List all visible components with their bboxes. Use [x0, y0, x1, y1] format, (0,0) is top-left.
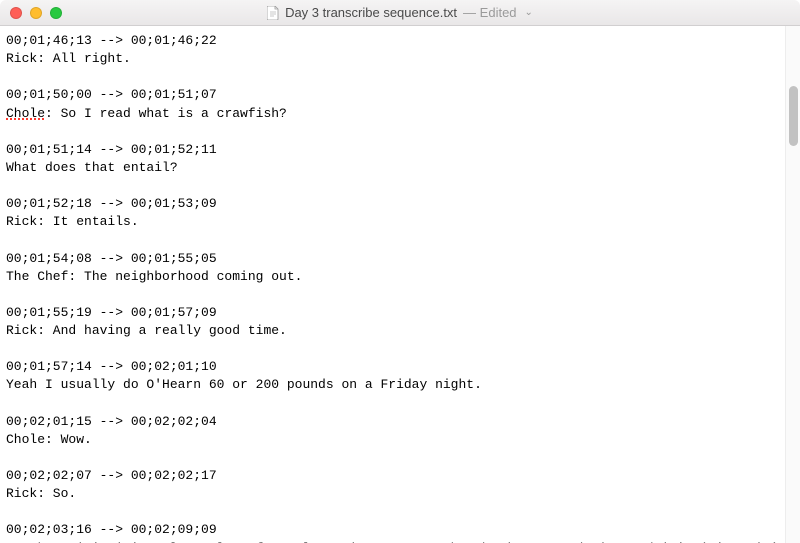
- transcript-entry: 00;01;54;08 --> 00;01;55;05The Chef: The…: [6, 250, 790, 286]
- caption-text: Rick: It entails.: [6, 213, 790, 231]
- caption-text: Rick: So.: [6, 485, 790, 503]
- timecode: 00;02;02;07 --> 00;02;02;17: [6, 467, 790, 485]
- transcript-entry: 00;01;51;14 --> 00;01;52;11What does tha…: [6, 141, 790, 177]
- scrollbar-track[interactable]: [785, 26, 800, 543]
- caption-text: Rick: All right.: [6, 50, 790, 68]
- caption-text: You know it's it's a lot a lot of people…: [6, 540, 790, 543]
- minimize-button[interactable]: [30, 7, 42, 19]
- caption-text: Rick: And having a really good time.: [6, 322, 790, 340]
- close-button[interactable]: [10, 7, 22, 19]
- caption-text: The Chef: The neighborhood coming out.: [6, 268, 790, 286]
- scrollbar-thumb[interactable]: [789, 86, 798, 146]
- timecode: 00;01;57;14 --> 00;02;01;10: [6, 358, 790, 376]
- caption-text: Chole: So I read what is a crawfish?: [6, 105, 790, 123]
- edited-indicator: — Edited: [463, 5, 517, 20]
- transcript-entry: 00;01;55;19 --> 00;01;57;09Rick: And hav…: [6, 304, 790, 340]
- transcript-entry: 00;01;52;18 --> 00;01;53;09Rick: It enta…: [6, 195, 790, 231]
- timecode: 00;02;03;16 --> 00;02;09;09: [6, 521, 790, 539]
- transcript-entry: 00;02;03;16 --> 00;02;09;09You know it's…: [6, 521, 790, 543]
- document-title: Day 3 transcribe sequence.txt: [285, 5, 457, 20]
- timecode: 00;01;55;19 --> 00;01;57;09: [6, 304, 790, 322]
- timecode: 00;01;50;00 --> 00;01;51;07: [6, 86, 790, 104]
- transcript-entry: 00;02;01;15 --> 00;02;02;04Chole: Wow.: [6, 413, 790, 449]
- transcript-entry: 00;01;50;00 --> 00;01;51;07Chole: So I r…: [6, 86, 790, 122]
- timecode: 00;02;01;15 --> 00;02;02;04: [6, 413, 790, 431]
- spelling-error: Chole: [6, 106, 45, 121]
- timecode: 00;01;46;13 --> 00;01;46;22: [6, 32, 790, 50]
- timecode: 00;01;52;18 --> 00;01;53;09: [6, 195, 790, 213]
- timecode: 00;01;51;14 --> 00;01;52;11: [6, 141, 790, 159]
- caption-text: What does that entail?: [6, 159, 790, 177]
- traffic-lights: [0, 7, 62, 19]
- document-icon: [267, 6, 279, 20]
- caption-text: Yeah I usually do O'Hearn 60 or 200 poun…: [6, 376, 790, 394]
- transcript-entry: 00;02;02;07 --> 00;02;02;17Rick: So.: [6, 467, 790, 503]
- window-titlebar: Day 3 transcribe sequence.txt — Edited ⌄: [0, 0, 800, 26]
- transcript-entry: 00;01;46;13 --> 00;01;46;22Rick: All rig…: [6, 32, 790, 68]
- title-center[interactable]: Day 3 transcribe sequence.txt — Edited ⌄: [267, 5, 533, 20]
- timecode: 00;01;54;08 --> 00;01;55;05: [6, 250, 790, 268]
- content-area: 00;01;46;13 --> 00;01;46;22Rick: All rig…: [0, 26, 800, 543]
- maximize-button[interactable]: [50, 7, 62, 19]
- transcript-entry: 00;01;57;14 --> 00;02;01;10Yeah I usuall…: [6, 358, 790, 394]
- text-editor[interactable]: 00;01;46;13 --> 00;01;46;22Rick: All rig…: [0, 26, 800, 543]
- chevron-down-icon[interactable]: ⌄: [525, 7, 533, 18]
- caption-text: Chole: Wow.: [6, 431, 790, 449]
